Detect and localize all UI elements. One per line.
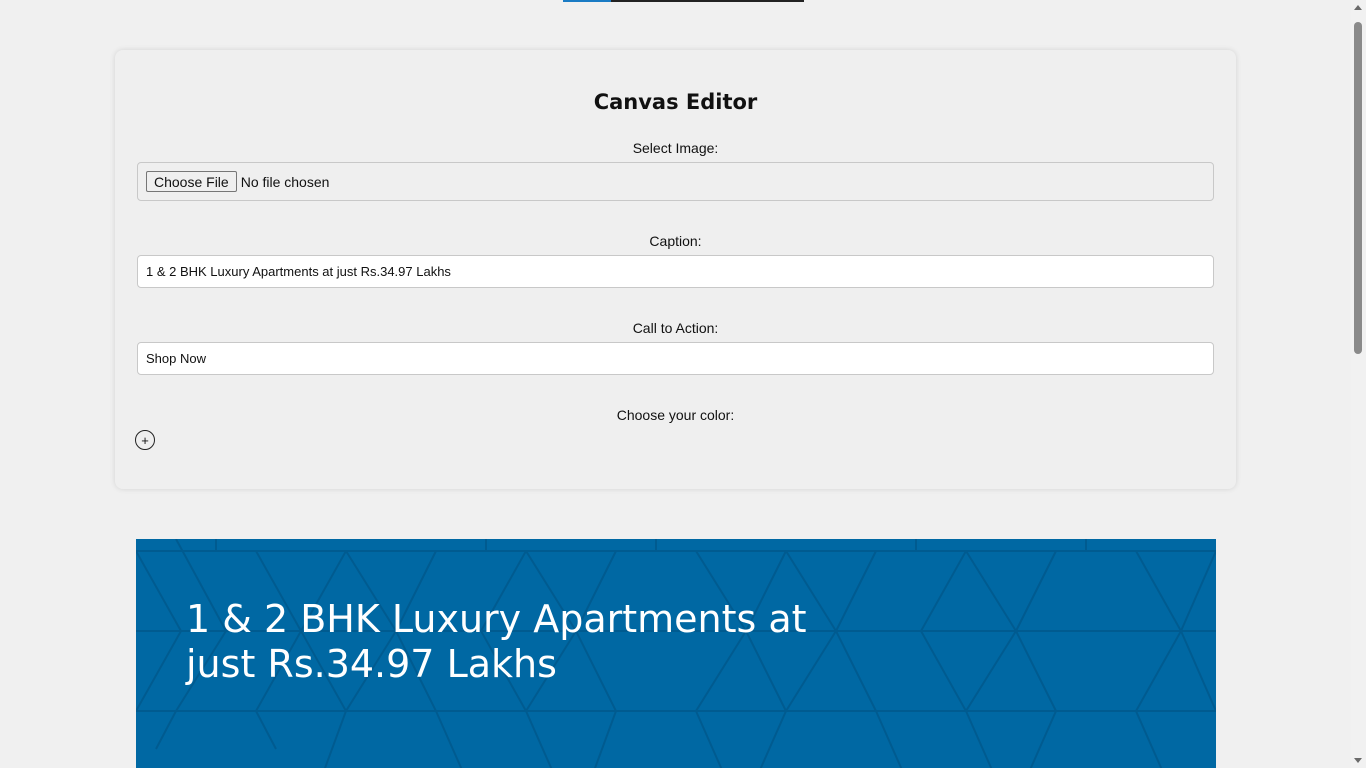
choose-file-button[interactable]: Choose File [146, 171, 237, 192]
select-image-label: Select Image: [632, 140, 719, 156]
active-tab-indicator [563, 0, 611, 2]
caption-label: Caption: [649, 233, 702, 249]
call-to-action-input[interactable] [137, 342, 1214, 375]
canvas-preview: 1 & 2 BHK Luxury Apartments at just Rs.3… [136, 539, 1216, 768]
file-input[interactable]: Choose File No file chosen [137, 162, 1214, 201]
scroll-up-icon[interactable] [1354, 5, 1362, 10]
top-tab-strip[interactable] [563, 0, 804, 2]
scroll-thumb[interactable] [1354, 22, 1362, 354]
plus-circle-icon: + [141, 432, 149, 448]
caption-input[interactable] [137, 255, 1214, 288]
file-status-text: No file chosen [240, 173, 330, 190]
editor-panel: Canvas Editor Select Image: Choose File … [115, 50, 1236, 489]
scroll-down-icon[interactable] [1354, 758, 1362, 763]
preview-caption: 1 & 2 BHK Luxury Apartments at just Rs.3… [186, 597, 807, 686]
page-title: Canvas Editor [593, 90, 758, 114]
add-color-button[interactable]: + [135, 430, 155, 450]
page: Canvas Editor Select Image: Choose File … [0, 0, 1366, 768]
color-label: Choose your color: [616, 407, 735, 423]
call-to-action-label: Call to Action: [632, 320, 719, 336]
vertical-scrollbar[interactable] [1351, 0, 1366, 768]
